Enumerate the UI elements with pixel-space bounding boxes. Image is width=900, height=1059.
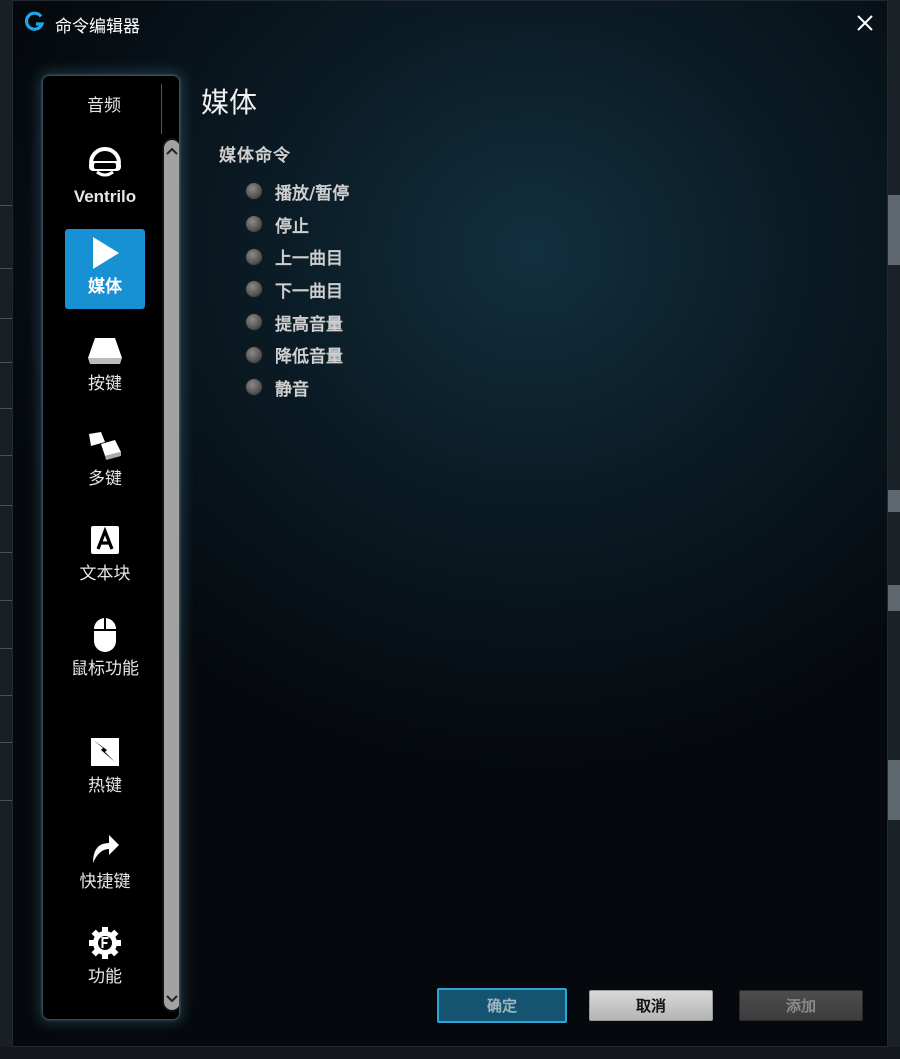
media-option-previous-track[interactable]: 上一曲目	[245, 240, 349, 273]
sidebar-item-label: 鼠标功能	[71, 659, 139, 679]
title-bar: 命令编辑器	[13, 1, 887, 45]
media-option-volume-up[interactable]: 提高音量	[245, 306, 349, 339]
window-title: 命令编辑器	[55, 17, 140, 37]
mouse-icon	[94, 618, 116, 652]
cancel-button[interactable]: 取消	[589, 990, 713, 1021]
radio-button[interactable]	[245, 182, 263, 201]
media-option-volume-down[interactable]: 降低音量	[245, 338, 349, 371]
sidebar-item-mouse[interactable]: 鼠标功能	[65, 611, 145, 711]
sidebar-item-key[interactable]: 按键	[65, 326, 145, 402]
chevron-up-icon	[166, 147, 178, 155]
sidebar-item-text-block[interactable]: 文本块	[65, 516, 145, 592]
shortcut-arrow-icon	[93, 835, 119, 863]
option-label: 停止	[275, 216, 309, 237]
option-label: 下一曲目	[275, 281, 343, 302]
sidebar-item-shortcut[interactable]: 快捷键	[65, 824, 145, 900]
radio-button[interactable]	[245, 215, 263, 234]
key-icon	[88, 338, 122, 364]
add-button[interactable]: 添加	[739, 990, 863, 1021]
scroll-up-button[interactable]	[164, 142, 179, 160]
background-app-bottom	[0, 1047, 900, 1059]
sidebar-item-hotkey[interactable]: 热键	[65, 728, 145, 804]
media-option-mute[interactable]: 静音	[245, 371, 349, 404]
scroll-down-button[interactable]	[164, 990, 179, 1008]
function-gear-icon	[89, 927, 121, 959]
sidebar-item-media[interactable]: 媒体	[65, 229, 145, 309]
sidebar-scrollbar[interactable]	[162, 138, 179, 1012]
ok-button[interactable]: 确定	[437, 988, 567, 1023]
play-icon	[93, 237, 119, 269]
text-block-icon	[91, 526, 119, 554]
radio-button[interactable]	[245, 345, 263, 364]
hotkey-icon	[91, 738, 119, 766]
panel-title: 媒体	[201, 86, 258, 119]
headset-icon	[89, 147, 121, 177]
media-option-stop[interactable]: 停止	[245, 208, 349, 241]
option-label: 上一曲目	[275, 249, 343, 270]
radio-button[interactable]	[245, 247, 263, 266]
close-icon	[857, 15, 873, 31]
radio-button[interactable]	[245, 378, 263, 397]
background-app-left	[0, 0, 12, 1059]
sidebar-item-function[interactable]: 功能	[65, 919, 145, 995]
option-label: 播放/暂停	[275, 183, 350, 204]
sidebar-item-label: 媒体	[88, 277, 122, 297]
sidebar-item-label: 文本块	[79, 564, 131, 584]
radio-button[interactable]	[245, 280, 263, 299]
close-button[interactable]	[851, 9, 879, 37]
sidebar-item-label: 快捷键	[79, 872, 131, 892]
background-app-right	[886, 0, 900, 1059]
sidebar-item-label: 按键	[88, 374, 122, 394]
sidebar-category-audio: 音频	[87, 96, 121, 116]
sidebar-item-label: 功能	[88, 967, 122, 987]
sidebar-item-label: 多键	[88, 469, 122, 489]
option-label: 提高音量	[275, 314, 343, 335]
media-command-options: 播放/暂停 停止 上一曲目 下一曲目 提高音量 降低音量 静音	[245, 175, 349, 404]
sidebar-item-label: Ventrilo	[73, 187, 137, 206]
sidebar-item-multi-key[interactable]: 多键	[65, 421, 145, 497]
radio-button[interactable]	[245, 313, 263, 332]
command-editor-dialog: 命令编辑器 音频 Ventrilo 媒体 按键 多键 文本块 鼠标功能 热键 快…	[12, 0, 888, 1047]
logitech-g-icon	[24, 11, 45, 31]
multi-key-icon	[89, 432, 121, 460]
sidebar-item-label: 热键	[88, 776, 122, 796]
media-command-group-title: 媒体命令	[219, 146, 291, 166]
chevron-down-icon	[166, 995, 178, 1003]
sidebar-item-ventrilo[interactable]: Ventrilo	[65, 138, 145, 218]
media-option-play-pause[interactable]: 播放/暂停	[245, 175, 349, 208]
option-label: 静音	[275, 379, 309, 400]
media-option-next-track[interactable]: 下一曲目	[245, 273, 349, 306]
option-label: 降低音量	[275, 347, 343, 368]
command-type-sidebar: 音频 Ventrilo 媒体 按键 多键 文本块 鼠标功能 热键 快捷键 功能	[43, 76, 179, 1019]
